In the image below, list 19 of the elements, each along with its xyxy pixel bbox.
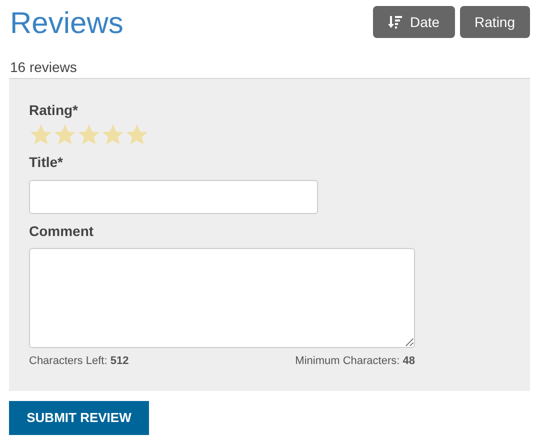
page-title: Reviews [10, 6, 124, 42]
sort-icon [388, 15, 402, 29]
submit-review-button[interactable]: SUBMIT REVIEW [9, 401, 149, 435]
star-icon[interactable] [125, 123, 149, 147]
sort-button[interactable]: Date [372, 6, 455, 38]
star-icon[interactable] [77, 123, 101, 147]
star-icon[interactable] [29, 123, 53, 147]
comment-textarea[interactable] [29, 248, 415, 348]
star-icon[interactable] [53, 123, 77, 147]
title-input[interactable] [29, 180, 318, 214]
star-rating[interactable] [29, 123, 149, 147]
star-icon[interactable] [101, 123, 125, 147]
characters-left: Characters Left: 512 [29, 354, 129, 369]
sort-button[interactable]: Rating [460, 6, 530, 38]
comment-label: Comment [29, 222, 94, 240]
title-label: Title* [29, 153, 63, 171]
review-count: 16 reviews [9, 58, 78, 77]
minimum-characters: Minimum Characters: 48 [295, 354, 415, 369]
rating-label: Rating* [29, 101, 78, 119]
